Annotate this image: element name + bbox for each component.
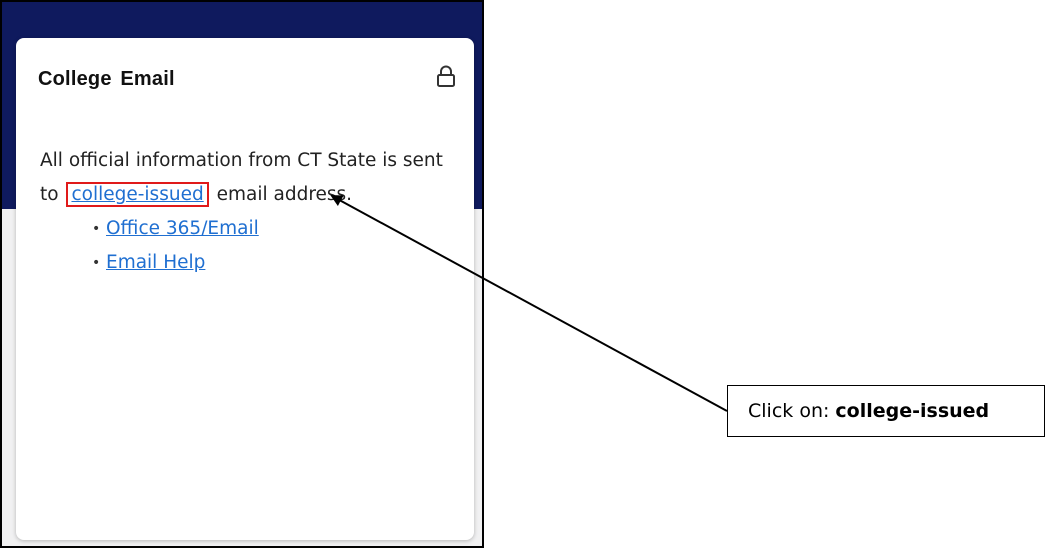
callout-target: college-issued	[835, 400, 990, 422]
email-links-list: Office 365/Email Email Help	[40, 212, 460, 280]
card-title: College Email	[38, 68, 175, 90]
list-item: Email Help	[92, 246, 460, 280]
email-help-link[interactable]: Email Help	[106, 252, 205, 273]
info-text-after: email address.	[216, 184, 353, 205]
college-email-card: College Email All official information f…	[16, 38, 474, 540]
callout-prefix: Click on:	[748, 400, 830, 422]
screenshot-frame: College Email All official information f…	[0, 0, 484, 548]
lock-icon	[437, 65, 455, 87]
card-body: All official information from CT State i…	[40, 144, 460, 280]
instruction-callout: Click on: college-issued	[727, 385, 1045, 437]
list-item: Office 365/Email	[92, 212, 460, 246]
office-365-email-link[interactable]: Office 365/Email	[106, 218, 259, 239]
college-issued-link[interactable]: college-issued	[66, 182, 209, 207]
info-paragraph: All official information from CT State i…	[40, 144, 460, 212]
